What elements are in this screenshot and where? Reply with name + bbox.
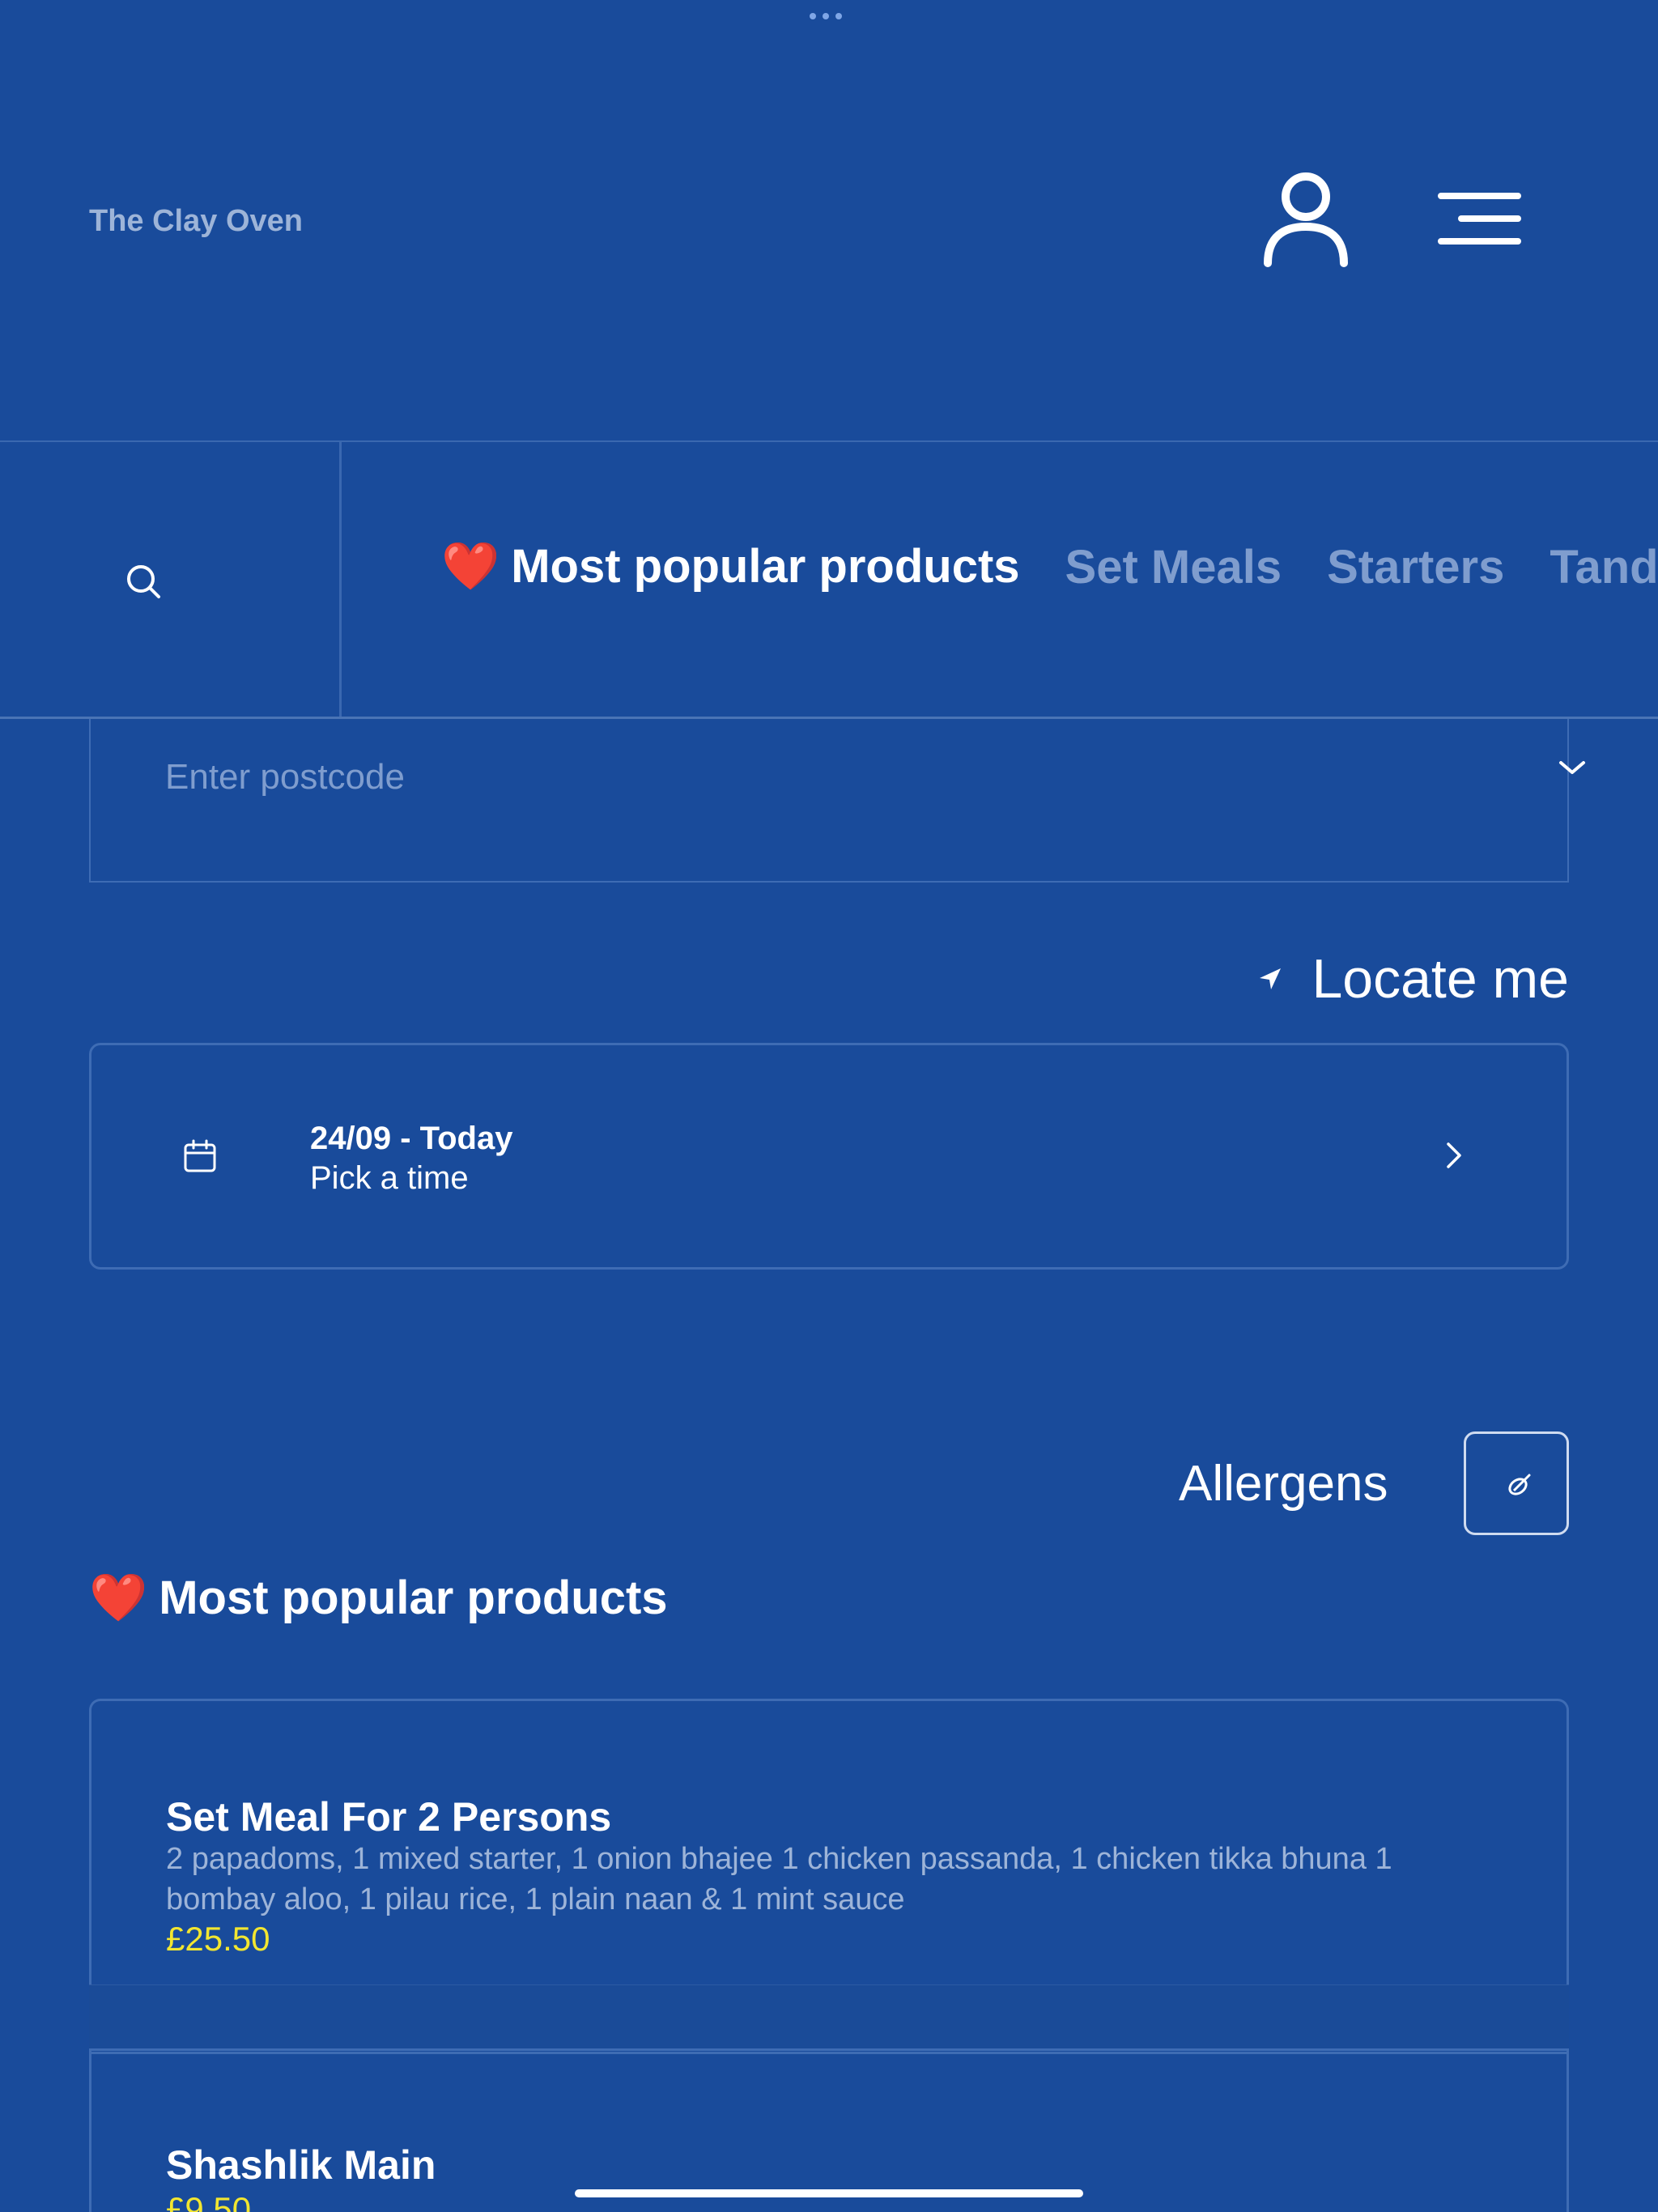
product-description: 2 papadoms, 1 mixed starter, 1 onion bha…	[166, 1842, 1392, 1916]
home-indicator[interactable]	[575, 2189, 1083, 2197]
hamburger-icon	[1438, 193, 1521, 245]
tab-most-popular[interactable]: ❤️ Most popular products	[441, 539, 1020, 594]
locate-me-button[interactable]: Locate me	[1258, 947, 1569, 1010]
section-title: ❤️ Most popular products	[89, 1571, 668, 1626]
locate-me-label: Locate me	[1312, 948, 1569, 1010]
product-name: Shashlik Main	[166, 2142, 436, 2188]
postcode-input[interactable]	[165, 753, 1380, 802]
pick-time-label: Pick a time	[310, 1160, 469, 1196]
tab-starters[interactable]: Starters	[1327, 540, 1504, 594]
allergens-button[interactable]	[1464, 1431, 1569, 1535]
postcode-field	[89, 719, 1585, 883]
location-arrow-icon	[1260, 968, 1282, 989]
tab-label: Most popular products	[511, 540, 1020, 593]
chevron-right-icon	[1447, 1142, 1461, 1168]
search-button[interactable]	[0, 442, 342, 717]
header: The Clay Oven	[0, 0, 1658, 440]
time-picker[interactable]: 24/09 - Today Pick a time	[89, 1043, 1569, 1270]
product-name: Set Meal For 2 Persons	[166, 1794, 612, 1840]
app-screen: The Clay Oven ❤️ Most popular products S…	[0, 0, 1658, 2212]
account-button[interactable]	[1261, 170, 1350, 267]
product-price: £25.50	[166, 1920, 270, 1958]
section-title-text: Most popular products	[159, 1572, 668, 1624]
product-card[interactable]: Set Meal For 2 Persons 2 papadoms, 1 mix…	[89, 1699, 1569, 2052]
menu-button[interactable]	[1437, 186, 1526, 251]
category-tabs: ❤️ Most popular products Set Meals Starte…	[441, 539, 1658, 594]
heart-icon: ❤️	[441, 540, 500, 593]
product-price: £9.50	[166, 2190, 252, 2212]
person-icon	[1264, 172, 1348, 267]
allergen-icon	[1508, 1474, 1531, 1495]
product-card[interactable]: Shashlik Main £9.50	[89, 2052, 1569, 2212]
search-icon	[127, 565, 160, 598]
calendar-icon	[184, 1139, 216, 1172]
allergens-label: Allergens	[1179, 1456, 1388, 1512]
chevron-down-icon[interactable]	[1556, 758, 1588, 777]
card-divider	[89, 1984, 1569, 2051]
tab-set-meals[interactable]: Set Meals	[1065, 540, 1282, 594]
category-bar: ❤️ Most popular products Set Meals Starte…	[0, 440, 1658, 719]
brand-name[interactable]: The Clay Oven	[89, 204, 303, 239]
heart-icon: ❤️	[89, 1572, 148, 1624]
pickup-date: 24/09 - Today	[310, 1121, 513, 1156]
tab-tandoori[interactable]: Tand	[1550, 540, 1658, 594]
